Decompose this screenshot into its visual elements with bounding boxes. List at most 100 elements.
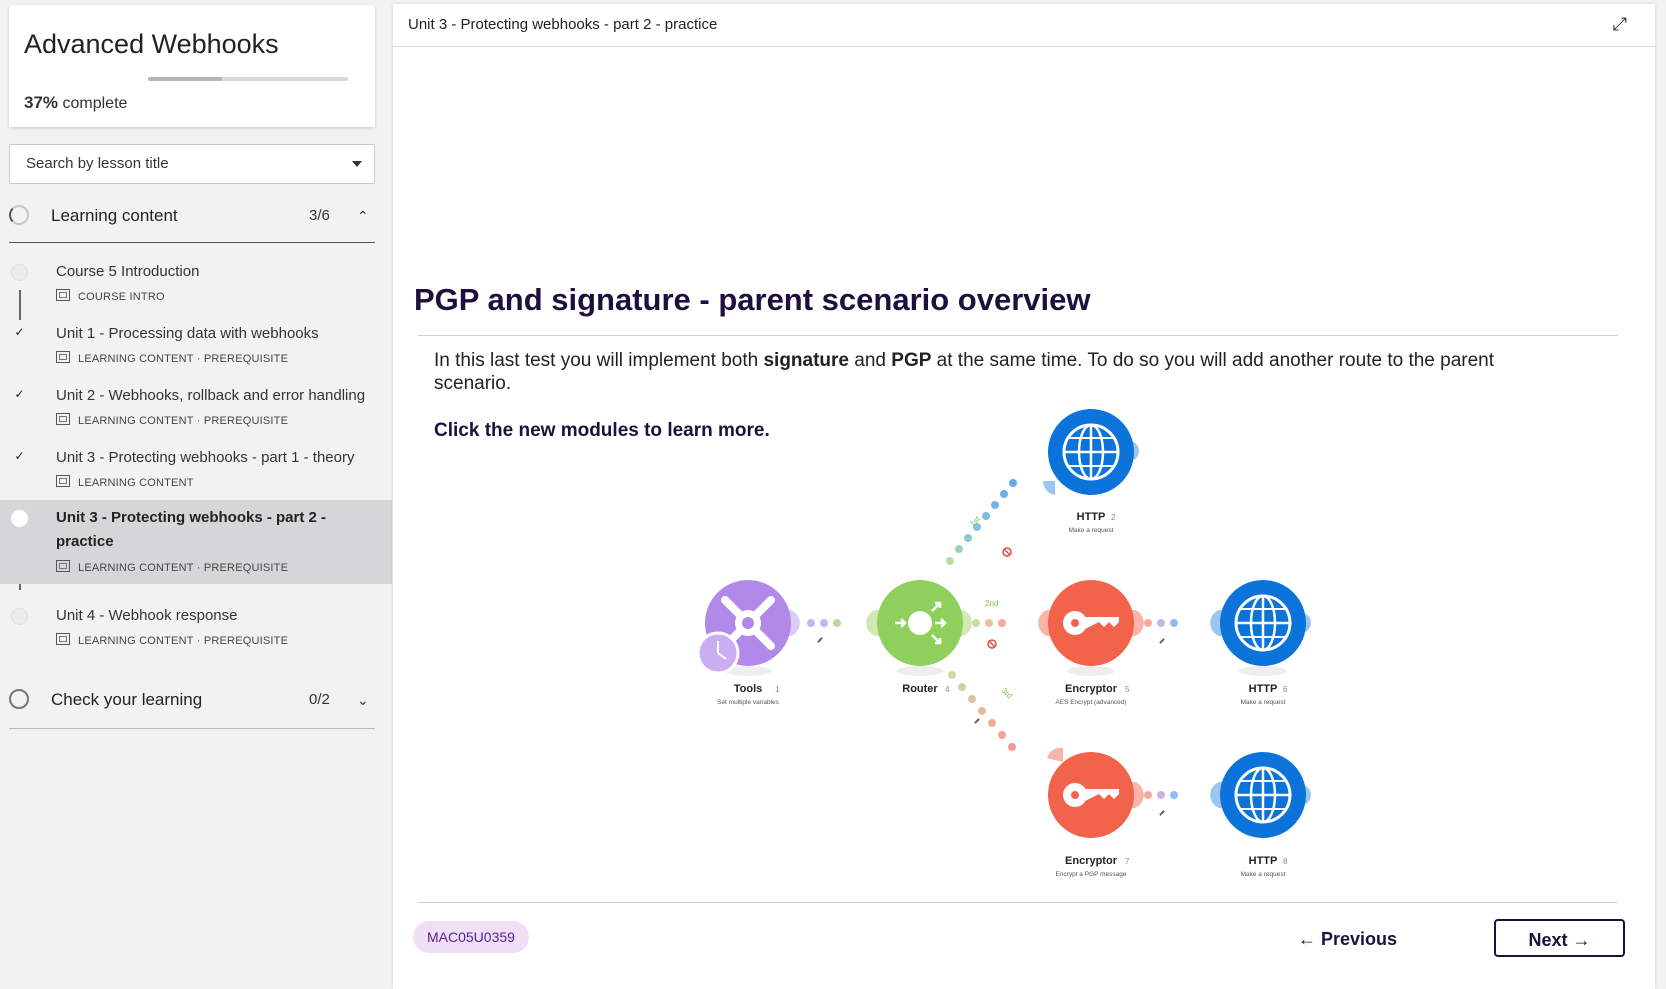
lesson-item[interactable]: ✓ Unit 2 - Webhooks, rollback and error … [0,380,392,442]
document-icon [56,289,70,301]
svg-text:5: 5 [1125,685,1130,694]
module-encryptor-7[interactable]: Encryptor 7 Encrypt a PGP message [1047,747,1144,878]
connector-router-encryptor5 [972,619,1006,627]
progress-label: 37% complete [24,93,127,113]
progress-ring-icon [9,689,29,709]
lesson-title: Unit 4 - Webhook response [56,607,238,624]
caret-down-icon [352,161,362,167]
status-dot [11,264,28,281]
section-learning-content[interactable]: Learning content 3/6 ⌃ [9,192,375,240]
lesson-topbar: Unit 3 - Protecting webhooks - part 2 - … [393,4,1655,47]
module-http-2[interactable]: + HTTP 2 Make a request [1042,409,1139,534]
svg-text:1: 1 [775,685,780,694]
lesson-meta: LEARNING CONTENT · PREREQUISITE [56,633,288,647]
section-divider [9,728,375,729]
slides-icon [56,413,70,425]
heading-divider [418,335,1618,336]
lesson-meta: LEARNING CONTENT · PREREQUISITE [56,413,288,427]
lesson-meta: LEARNING CONTENT [56,475,194,489]
connector-encryptor5-http6 [1144,619,1178,627]
lesson-content-panel: Unit 3 - Protecting webhooks - part 2 - … [393,4,1655,989]
expand-icon[interactable]: ⤢ [1613,14,1627,35]
progress-value: 37% [24,93,59,112]
lesson-title: Unit 3 - Protecting webhooks - part 2 - … [56,509,327,550]
svg-text:Set multiple variables: Set multiple variables [717,699,780,706]
connector-router-encryptor7 [948,671,1016,751]
checkmark-icon: ✓ [14,449,25,463]
module-http-8[interactable]: + HTTP 8 Make a request [1210,752,1311,878]
svg-text:8: 8 [1283,857,1288,866]
section-check-your-learning[interactable]: Check your learning 0/2 ⌄ [9,676,375,724]
route-labels: 1st 2nd 3rd [968,514,1014,701]
page-title: PGP and signature - parent scenario over… [414,282,1091,317]
course-card: Advanced Webhooks 37% complete [9,5,375,127]
slides-icon [56,633,70,645]
status-dot [11,608,28,625]
search-placeholder: Search by lesson title [26,155,169,172]
lesson-item[interactable]: Course 5 Introduction COURSE INTRO [0,256,392,318]
section-count: 3/6 [309,207,330,224]
svg-text:Router: Router [902,683,938,695]
checkmark-icon: ✓ [14,325,25,339]
chevron-down-icon[interactable]: ⌄ [357,692,369,709]
section-title: Learning content [51,206,178,225]
lesson-topbar-title: Unit 3 - Protecting webhooks - part 2 - … [408,16,718,33]
svg-text:AES Encrypt (advanced): AES Encrypt (advanced) [1055,699,1126,706]
slides-icon [56,351,70,363]
lesson-title: Unit 3 - Protecting webhooks - part 1 - … [56,449,355,466]
progress-bar [148,77,348,81]
sidebar: Advanced Webhooks 37% complete Search by… [0,0,392,989]
lesson-meta: COURSE INTRO [56,289,165,303]
lesson-item-current[interactable]: Unit 3 - Protecting webhooks - part 2 - … [0,500,392,584]
scenario-diagram: 1st 2nd 3rd Tools 1 Set multiple variabl… [696,409,1311,878]
svg-text:Tools: Tools [734,683,763,695]
module-tools[interactable]: Tools 1 Set multiple variables [696,580,800,706]
svg-text:Make a request: Make a request [1241,871,1286,878]
lesson-item[interactable]: Unit 4 - Webhook response LEARNING CONTE… [0,600,392,662]
lesson-search-dropdown[interactable]: Search by lesson title [9,144,375,184]
next-button[interactable]: Next → [1494,919,1625,957]
svg-text:HTTP: HTTP [1077,511,1106,523]
current-dot [11,510,28,527]
lesson-code-badge: MAC05U0359 [413,921,529,953]
svg-text:Make a request: Make a request [1069,527,1114,534]
filter-icons [987,547,1012,649]
lesson-title: Unit 2 - Webhooks, rollback and error ha… [56,387,366,404]
section-count: 0/2 [309,691,330,708]
lesson-meta: LEARNING CONTENT · PREREQUISITE [56,351,288,365]
svg-text:6: 6 [1283,685,1288,694]
svg-text:7: 7 [1125,857,1130,866]
connector-encryptor7-http8 [1144,791,1178,799]
lesson-title: Course 5 Introduction [56,263,200,280]
svg-text:Encryptor: Encryptor [1065,683,1118,695]
svg-text:4: 4 [945,685,950,694]
module-router[interactable]: Router 4 [866,580,972,695]
svg-text:Encrypt a PGP message: Encrypt a PGP message [1055,871,1126,878]
course-title: Advanced Webhooks [24,29,279,59]
checkmark-icon: ✓ [14,387,25,401]
lesson-title: Unit 1 - Processing data with webhooks [56,325,319,342]
module-encryptor-5[interactable]: Encryptor 5 AES Encrypt (advanced) [1038,580,1144,706]
svg-text:2nd: 2nd [985,599,998,608]
svg-text:HTTP: HTTP [1249,683,1278,695]
chevron-up-icon[interactable]: ⌃ [357,208,369,225]
svg-text:Encryptor: Encryptor [1065,855,1118,867]
connector-tools-router [807,619,841,627]
slides-icon [56,560,70,572]
progress-bar-fill [148,77,222,81]
progress-suffix: complete [62,95,128,112]
section-title: Check your learning [51,690,203,709]
lesson-meta: LEARNING CONTENT · PREREQUISITE [56,560,288,574]
progress-ring-icon [9,205,29,225]
svg-text:HTTP: HTTP [1249,855,1278,867]
svg-text:3rd: 3rd [1000,686,1015,701]
slides-icon [56,475,70,487]
previous-button[interactable]: ← Previous [1298,920,1397,958]
module-http-6[interactable]: + HTTP 6 Make a request [1210,580,1311,706]
footer-divider [418,902,1618,903]
lesson-item[interactable]: ✓ Unit 3 - Protecting webhooks - part 1 … [0,442,392,504]
section-divider [9,242,375,243]
lesson-item[interactable]: ✓ Unit 1 - Processing data with webhooks… [0,318,392,380]
svg-text:2: 2 [1111,513,1116,522]
svg-text:Make a request: Make a request [1241,699,1286,706]
